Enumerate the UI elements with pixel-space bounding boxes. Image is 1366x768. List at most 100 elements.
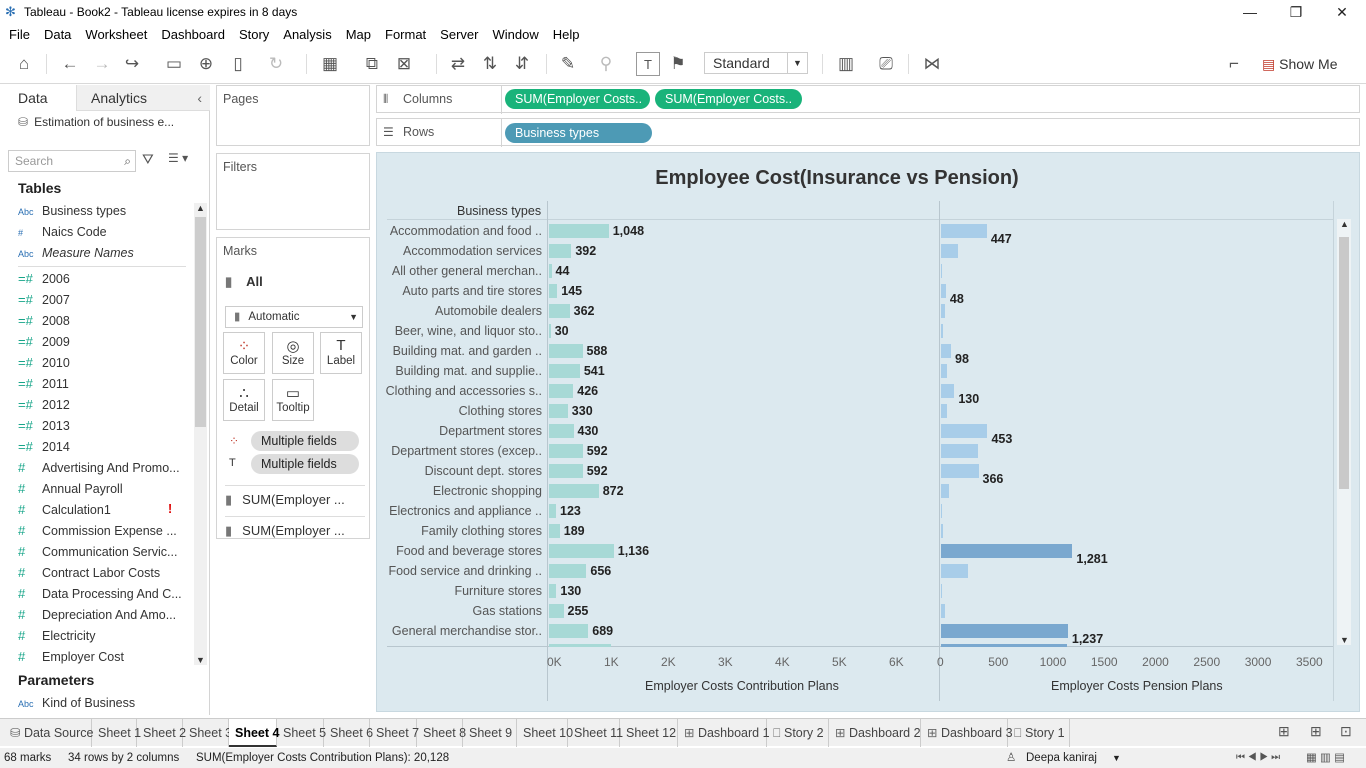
row-label[interactable]: Building mat. and supplie.. bbox=[377, 361, 542, 381]
bar-pension[interactable] bbox=[941, 284, 946, 298]
detail-button[interactable]: ∴ Detail bbox=[223, 379, 265, 421]
bar-pension[interactable] bbox=[941, 404, 948, 418]
bar-contribution[interactable] bbox=[549, 364, 580, 378]
bar-pension[interactable] bbox=[941, 604, 946, 618]
bar-pension[interactable] bbox=[941, 484, 950, 498]
bar-pension[interactable] bbox=[941, 264, 942, 278]
group-icon[interactable]: ⚲ bbox=[594, 52, 618, 76]
tab-sheet-1[interactable]: Sheet 1 bbox=[92, 719, 141, 747]
tab-sheet-8[interactable]: Sheet 8 bbox=[417, 719, 466, 747]
tab-data[interactable]: Data bbox=[0, 85, 76, 111]
field-measure[interactable]: =# 2007 bbox=[18, 289, 188, 310]
field-measure[interactable]: # Employer Cost bbox=[18, 646, 188, 667]
tab-dashboard-2[interactable]: ⊞ Dashboard 2 bbox=[829, 719, 921, 747]
field-measure[interactable]: # Calculation1! bbox=[18, 499, 188, 520]
tab-sheet-6[interactable]: Sheet 6 bbox=[324, 719, 373, 747]
bar-pension[interactable] bbox=[941, 464, 979, 478]
size-button[interactable]: ◎ Size bbox=[272, 332, 314, 374]
tab-story-2[interactable]: ⎕ Story 2 bbox=[767, 719, 829, 747]
row-label[interactable]: Automobile dealers bbox=[377, 301, 542, 321]
bar-contribution[interactable] bbox=[549, 424, 574, 438]
bar-contribution[interactable] bbox=[549, 544, 614, 558]
bar-contribution[interactable] bbox=[549, 344, 583, 358]
bar-pension[interactable] bbox=[941, 444, 979, 458]
status-user[interactable]: Deepa kaniraj bbox=[1026, 748, 1097, 768]
parameter-item[interactable]: Abc Kind of Business bbox=[18, 693, 188, 714]
row-label[interactable]: Family clothing stores bbox=[377, 521, 542, 541]
grid-view-icons[interactable]: ▦ ▥ ▤ bbox=[1306, 748, 1345, 768]
bar-contribution[interactable] bbox=[549, 224, 609, 238]
scroll-up-icon[interactable]: ▲ bbox=[196, 203, 205, 213]
menu-dashboard[interactable]: Dashboard bbox=[161, 27, 225, 42]
show-cards-icon[interactable]: ▥ bbox=[834, 52, 858, 76]
bar-pension[interactable] bbox=[941, 244, 958, 258]
tab-sheet-5[interactable]: Sheet 5 bbox=[277, 719, 326, 747]
field-measure[interactable]: =# 2010 bbox=[18, 352, 188, 373]
scroll-down-icon[interactable]: ▼ bbox=[196, 655, 205, 665]
row-label[interactable]: Clothing stores bbox=[377, 401, 542, 421]
chevron-down-icon[interactable]: ▼ bbox=[1112, 748, 1121, 768]
datasource-item[interactable]: ⛁ Estimation of business e... bbox=[18, 115, 174, 129]
tab-sheet-3[interactable]: Sheet 3 bbox=[183, 719, 232, 747]
new-dashboard-tab-icon[interactable]: ⊞ bbox=[1310, 723, 1322, 740]
filter-icon[interactable]: ⛛ bbox=[142, 151, 154, 168]
presentation-icon[interactable]: ⎚ bbox=[874, 52, 898, 76]
bar-contribution[interactable] bbox=[549, 284, 558, 298]
home-icon[interactable]: ⌂ bbox=[12, 52, 36, 76]
field-measure[interactable]: =# 2012 bbox=[18, 394, 188, 415]
scroll-down-icon[interactable]: ▼ bbox=[1340, 635, 1349, 645]
marks-sum2[interactable]: ▮ SUM(Employer ... bbox=[225, 516, 365, 539]
duplicate-icon[interactable]: ⧉ bbox=[360, 52, 384, 76]
rows-pill-business-types[interactable]: Business types bbox=[505, 123, 652, 143]
label-button[interactable]: T Label bbox=[320, 332, 362, 374]
tab-dashboard-1[interactable]: ⊞ Dashboard 1 bbox=[678, 719, 770, 747]
bar-contribution[interactable] bbox=[549, 524, 560, 538]
share-icon[interactable]: ⋈ bbox=[920, 52, 944, 76]
field-dimension[interactable]: Abc Measure Names bbox=[18, 243, 188, 264]
tab-data-source[interactable]: ⛁ Data Source bbox=[4, 719, 93, 747]
row-label[interactable]: Accommodation services bbox=[377, 241, 542, 261]
bar-pension[interactable] bbox=[941, 424, 988, 438]
label-multiple-fields-pill[interactable]: Multiple fields bbox=[251, 454, 359, 474]
menu-data[interactable]: Data bbox=[44, 27, 71, 42]
row-label[interactable]: Furniture stores bbox=[377, 581, 542, 601]
sheet-nav-icons[interactable]: ⏮ ◀ ▶ ⏭ bbox=[1236, 748, 1280, 768]
menu-format[interactable]: Format bbox=[385, 27, 426, 42]
minimize-button[interactable]: — bbox=[1228, 2, 1272, 22]
bar-pension[interactable] bbox=[941, 224, 987, 238]
row-label[interactable]: General merchandise stor.. bbox=[377, 621, 542, 641]
row-label[interactable]: Beer, wine, and liquor sto.. bbox=[377, 321, 542, 341]
row-label[interactable]: Clothing and accessories s.. bbox=[377, 381, 542, 401]
field-measure[interactable]: # Contract Labor Costs bbox=[18, 562, 188, 583]
color-button[interactable]: ⁘ Color bbox=[223, 332, 265, 374]
row-label[interactable]: Department stores bbox=[377, 421, 542, 441]
columns-pill-pension[interactable]: SUM(Employer Costs.. bbox=[655, 89, 802, 109]
row-label[interactable]: Building mat. and garden .. bbox=[377, 341, 542, 361]
bar-pension[interactable] bbox=[941, 304, 946, 318]
restore-button[interactable]: ❐ bbox=[1274, 2, 1318, 22]
bar-contribution[interactable] bbox=[549, 244, 572, 258]
highlight-icon[interactable]: ✎ bbox=[556, 52, 580, 76]
menu-analysis[interactable]: Analysis bbox=[283, 27, 331, 42]
marks-sum1[interactable]: ▮ SUM(Employer ... bbox=[225, 485, 365, 508]
field-measure[interactable]: # Data Processing And C... bbox=[18, 583, 188, 604]
save-icon[interactable]: ▭ bbox=[162, 52, 186, 76]
tab-analytics[interactable]: Analytics ‹ bbox=[76, 85, 210, 111]
scroll-thumb[interactable] bbox=[195, 217, 206, 427]
menu-file[interactable]: File bbox=[9, 27, 30, 42]
scroll-up-icon[interactable]: ▲ bbox=[1340, 219, 1349, 229]
tab-sheet-9[interactable]: Sheet 9 bbox=[463, 719, 517, 747]
bar-pension[interactable] bbox=[941, 504, 942, 518]
bar-contribution[interactable] bbox=[549, 464, 583, 478]
bar-pension[interactable] bbox=[941, 324, 943, 338]
bar-pension[interactable] bbox=[941, 344, 952, 358]
rows-shelf[interactable]: ☰ Rows Business types bbox=[376, 118, 1360, 147]
new-datasource-icon[interactable]: ⊕ bbox=[194, 52, 218, 76]
redo-icon[interactable]: → bbox=[90, 52, 114, 76]
menu-map[interactable]: Map bbox=[346, 27, 371, 42]
field-measure[interactable]: # Annual Payroll bbox=[18, 478, 188, 499]
row-label[interactable]: Gas stations bbox=[377, 601, 542, 621]
sort-ascending-icon[interactable]: ⇅ bbox=[478, 52, 502, 76]
show-me-button[interactable]: ▤ Show Me bbox=[1262, 52, 1337, 76]
clear-sheet-icon[interactable]: ⊠ bbox=[392, 52, 416, 76]
